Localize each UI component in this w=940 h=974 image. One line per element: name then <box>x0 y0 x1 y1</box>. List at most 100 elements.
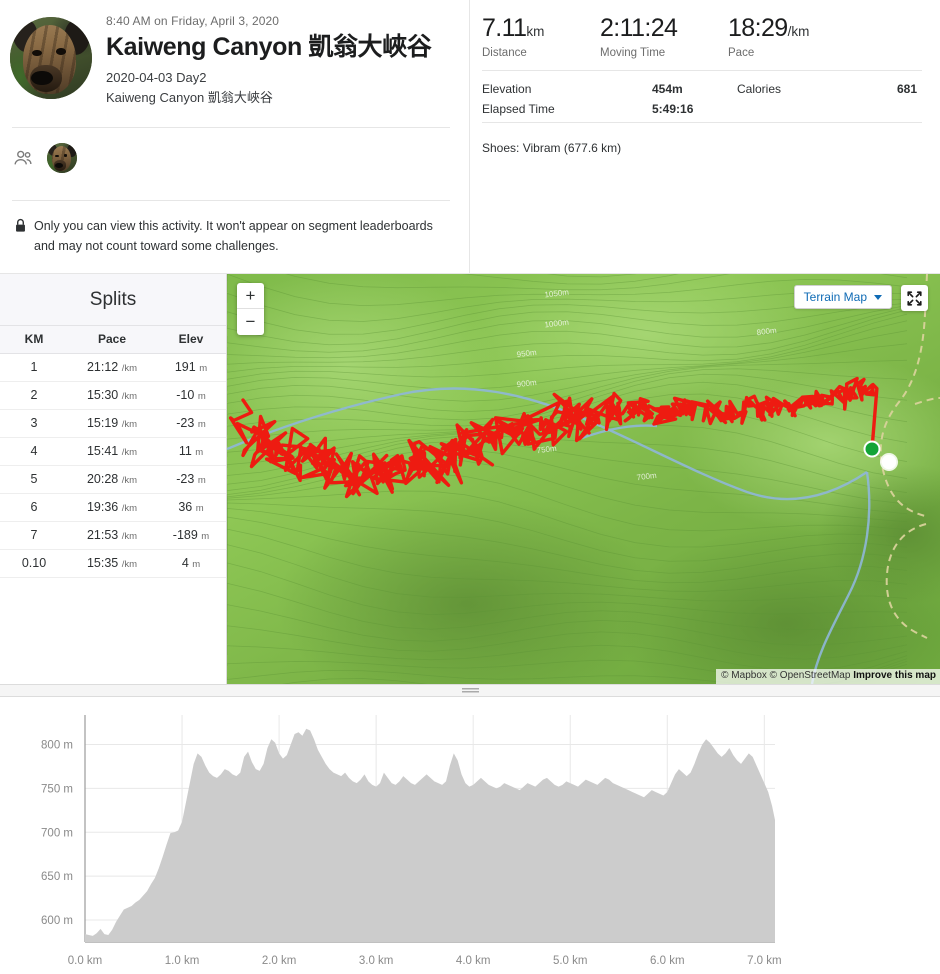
activity-description-line-1: 2020-04-03 Day2 <box>106 70 207 85</box>
divider <box>482 70 922 71</box>
zoom-out-button[interactable]: − <box>237 309 264 335</box>
primary-stats: 7.11km Distance 2:11:24 Moving Time 18:2… <box>482 12 923 59</box>
split-elev: 36 m <box>156 493 226 522</box>
x-axis-tick-label: 6.0 km <box>650 955 685 967</box>
split-km: 2 <box>0 381 68 410</box>
splits-table: KM Pace Elev 1 21:12 /km 191 m 2 15:30 /km -1… <box>0 326 226 578</box>
split-pace: 15:30 /km <box>68 381 156 410</box>
stat-moving-time-label: Moving Time <box>600 47 666 59</box>
column-header-pace[interactable]: Pace <box>68 326 156 354</box>
splits-body: 1 21:12 /km 191 m 2 15:30 /km -10 m 3 15:19 /km… <box>0 353 226 578</box>
athlete-avatar[interactable] <box>10 17 92 99</box>
fullscreen-button[interactable] <box>901 285 928 311</box>
y-axis-tick-label: 700 m <box>41 827 73 839</box>
dog-photo-small <box>47 143 77 173</box>
expand-icon <box>907 290 922 306</box>
split-pace: 21:12 /km <box>68 353 156 382</box>
split-elev: -10 m <box>156 381 226 410</box>
split-km: 0.10 <box>0 549 68 578</box>
chevron-down-icon <box>874 294 882 300</box>
split-elev: 4 m <box>156 549 226 578</box>
map-zoom-controls[interactable]: + − <box>237 283 264 335</box>
map-type-label: Terrain Map <box>803 290 867 304</box>
elevation-chart-section: 600 m 650 m 700 m 750 m 800 m 0.0 km 1.0 km 2.0… <box>0 697 940 973</box>
map-resize-handle[interactable] <box>0 684 940 697</box>
table-row[interactable]: 3 15:19 /km -23 m <box>0 409 226 438</box>
page-title: Kaiweng Canyon 凱翁大峽谷 <box>106 33 432 61</box>
activity-header-section: 8:40 AM on Friday, April 3, 2020 Kaiweng… <box>0 0 940 274</box>
stats-panel: 7.11km Distance 2:11:24 Moving Time 18:2… <box>470 0 939 273</box>
split-pace: 20:28 /km <box>68 465 156 494</box>
split-elev: -23 m <box>156 465 226 494</box>
header-text-block: 8:40 AM on Friday, April 3, 2020 Kaiweng… <box>106 12 432 108</box>
table-row[interactable]: 6 19:36 /km 36 m <box>0 493 226 522</box>
stat-pace-unit: /km <box>787 24 810 39</box>
x-axis-tick-label: 2.0 km <box>262 955 297 967</box>
y-axis-tick-label: 750 m <box>41 783 73 795</box>
y-axis-tick-label: 600 m <box>41 915 73 927</box>
split-km: 1 <box>0 353 68 382</box>
split-km: 6 <box>0 493 68 522</box>
y-axis-tick-label: 650 m <box>41 871 73 883</box>
stat-row: Elevation 454m Calories 681 <box>482 79 923 99</box>
split-pace: 15:19 /km <box>68 409 156 438</box>
map-attribution-text: © Mapbox © OpenStreetMap <box>721 670 854 681</box>
improve-map-link[interactable]: Improve this map <box>853 670 936 681</box>
split-pace: 15:41 /km <box>68 437 156 466</box>
table-row[interactable]: 7 21:53 /km -189 m <box>0 521 226 550</box>
elevation-chart[interactable]: 600 m 650 m 700 m 750 m 800 m 0.0 km 1.0 km 2.0… <box>0 697 940 973</box>
stat-pace: 18:29/km Pace <box>728 14 827 59</box>
divider <box>482 122 922 123</box>
stat-moving-time-value: 2:11:24 <box>600 14 678 42</box>
kudos-avatar[interactable] <box>47 143 77 173</box>
split-elev: 11 m <box>156 437 226 466</box>
zoom-in-button[interactable]: + <box>237 283 264 309</box>
splits-panel: Splits KM Pace Elev 1 21:12 /km 191 m 2 15:3… <box>0 274 227 684</box>
x-axis-tick-label: 3.0 km <box>359 955 394 967</box>
stat-moving-time: 2:11:24 Moving Time <box>600 14 728 59</box>
split-pace: 21:53 /km <box>68 521 156 550</box>
x-axis-tick-label: 1.0 km <box>165 955 200 967</box>
map-attribution: © Mapbox © OpenStreetMap Improve this ma… <box>716 669 940 684</box>
column-header-elev[interactable]: Elev <box>156 326 226 354</box>
dog-photo <box>10 17 92 99</box>
splits-header-row: KM Pace Elev <box>0 326 226 354</box>
activity-description-line-2: Kaiweng Canyon 凱翁大峽谷 <box>106 89 273 105</box>
header-row: 8:40 AM on Friday, April 3, 2020 Kaiweng… <box>10 12 455 108</box>
table-row[interactable]: 5 20:28 /km -23 m <box>0 465 226 494</box>
map-type-dropdown[interactable]: Terrain Map <box>793 285 892 309</box>
stat-distance-value: 7.11 <box>482 14 527 42</box>
activity-map[interactable]: 1050m 1000m 950m 900m 800m 750m 700m + − Terra… <box>227 274 940 684</box>
people-icon[interactable] <box>12 147 34 169</box>
x-axis-tick-label: 7.0 km <box>747 955 782 967</box>
stat-elevation-value: 454m <box>652 82 683 96</box>
x-axis-tick-label: 4.0 km <box>456 955 491 967</box>
split-km: 3 <box>0 409 68 438</box>
table-row[interactable]: 2 15:30 /km -10 m <box>0 381 226 410</box>
map-canvas: 1050m1000m950m900m800m750m700m <box>227 274 940 684</box>
stat-elapsed-time-value: 5:49:16 <box>652 102 694 116</box>
lock-icon <box>16 218 25 232</box>
grip-icon <box>461 687 479 694</box>
table-row[interactable]: 4 15:41 /km 11 m <box>0 437 226 466</box>
y-axis-tick-label: 800 m <box>41 740 73 752</box>
split-elev: 191 m <box>156 353 226 382</box>
divider <box>12 127 450 128</box>
table-row[interactable]: 1 21:12 /km 191 m <box>0 353 226 382</box>
x-axis-tick-label: 0.0 km <box>68 955 103 967</box>
column-header-km[interactable]: KM <box>0 326 68 354</box>
elevation-area <box>85 728 775 942</box>
stat-empty-value <box>857 99 917 119</box>
stat-empty-label <box>737 99 857 119</box>
split-elev: -23 m <box>156 409 226 438</box>
divider <box>12 200 450 201</box>
stat-calories-value: 681 <box>896 82 917 96</box>
table-row[interactable]: 0.10 15:35 /km 4 m <box>0 549 226 578</box>
split-pace: 19:36 /km <box>68 493 156 522</box>
kudos-row <box>12 143 77 173</box>
privacy-notice: Only you can view this activity. It won'… <box>14 216 456 257</box>
x-axis-tick-label: 5.0 km <box>553 955 588 967</box>
stat-distance-label: Distance <box>482 47 527 59</box>
stat-elevation-label: Elevation <box>482 82 532 96</box>
split-km: 5 <box>0 465 68 494</box>
